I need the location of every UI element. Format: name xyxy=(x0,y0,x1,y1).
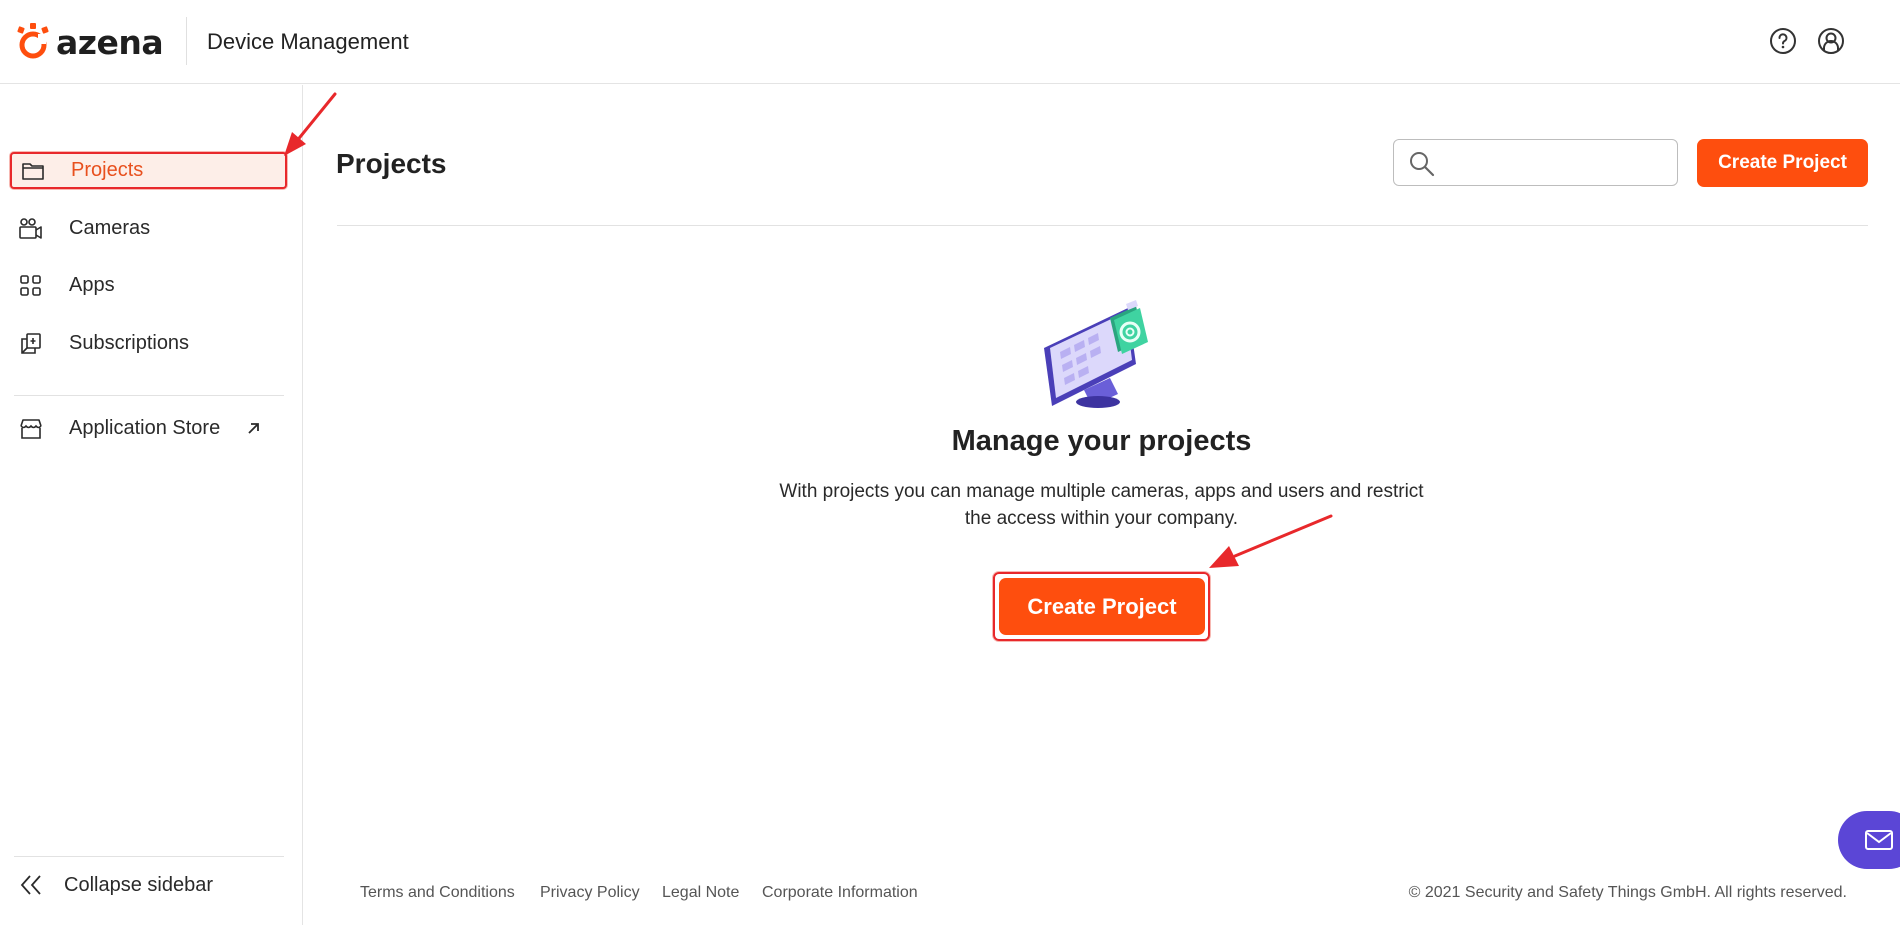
create-project-empty-state-button[interactable]: Create Project xyxy=(999,578,1205,635)
collapse-sidebar-label: Collapse sidebar xyxy=(64,873,213,896)
search-input[interactable] xyxy=(1448,148,1668,178)
search-box[interactable] xyxy=(1393,139,1678,186)
cameras-icon xyxy=(19,217,42,239)
footer-link-privacy[interactable]: Privacy Policy xyxy=(540,884,640,902)
empty-state-description: With projects you can manage multiple ca… xyxy=(303,478,1900,532)
monitor-illustration xyxy=(1044,300,1148,408)
sidebar-item-cameras[interactable]: Cameras xyxy=(10,210,287,247)
top-header: azena Device Management xyxy=(0,0,1900,84)
sidebar-divider xyxy=(14,395,284,396)
sidebar-item-application-store[interactable]: Application Store xyxy=(10,410,287,447)
sidebar-item-label: Cameras xyxy=(69,217,151,239)
subscriptions-icon xyxy=(21,332,41,354)
azena-logo[interactable]: azena xyxy=(14,19,164,65)
sidebar-item-projects[interactable]: Projects xyxy=(10,152,287,189)
app-title: Device Management xyxy=(207,29,409,54)
content-divider xyxy=(337,225,1868,226)
folder-icon xyxy=(22,162,44,180)
store-icon xyxy=(20,418,42,439)
sidebar-item-label: Projects xyxy=(71,159,144,181)
sidebar-item-apps[interactable]: Apps xyxy=(10,267,287,304)
external-link-icon xyxy=(248,423,259,434)
sidebar-divider xyxy=(14,856,284,857)
mail-icon xyxy=(1865,830,1893,850)
sidebar-item-label: Apps xyxy=(69,274,115,296)
sidebar-item-subscriptions[interactable]: Subscriptions xyxy=(10,325,287,362)
empty-state-title: Manage your projects xyxy=(951,425,1252,457)
contact-mail-button[interactable] xyxy=(1838,811,1900,869)
empty-state-description-line2: the access within your company. xyxy=(964,508,1239,529)
azena-logo-icon xyxy=(17,23,49,59)
help-circle-icon[interactable] xyxy=(1768,26,1798,56)
logo-wordmark: azena xyxy=(56,22,164,62)
footer-link-terms[interactable]: Terms and Conditions xyxy=(360,884,515,902)
footer-link-corporate-info[interactable]: Corporate Information xyxy=(762,884,918,902)
footer-link-legal-note[interactable]: Legal Note xyxy=(662,884,739,902)
search-icon xyxy=(1410,152,1435,177)
header-divider xyxy=(186,17,187,65)
sidebar-item-label: Subscriptions xyxy=(69,332,190,354)
create-project-button[interactable]: Create Project xyxy=(1697,139,1868,187)
collapse-sidebar-button[interactable]: Collapse sidebar xyxy=(14,865,284,905)
empty-state-description-line1: With projects you can manage multiple ca… xyxy=(779,481,1424,502)
sidebar-item-label: Application Store xyxy=(69,417,221,439)
sidebar: Projects Cameras Apps Subscriptions Appl… xyxy=(0,85,303,925)
user-circle-icon[interactable] xyxy=(1816,26,1846,56)
double-chevron-left-icon xyxy=(20,875,41,895)
apps-grid-icon xyxy=(20,274,41,296)
copyright-text: © 2021 Security and Safety Things GmbH. … xyxy=(1408,884,1847,901)
page-title: Projects xyxy=(336,148,447,179)
